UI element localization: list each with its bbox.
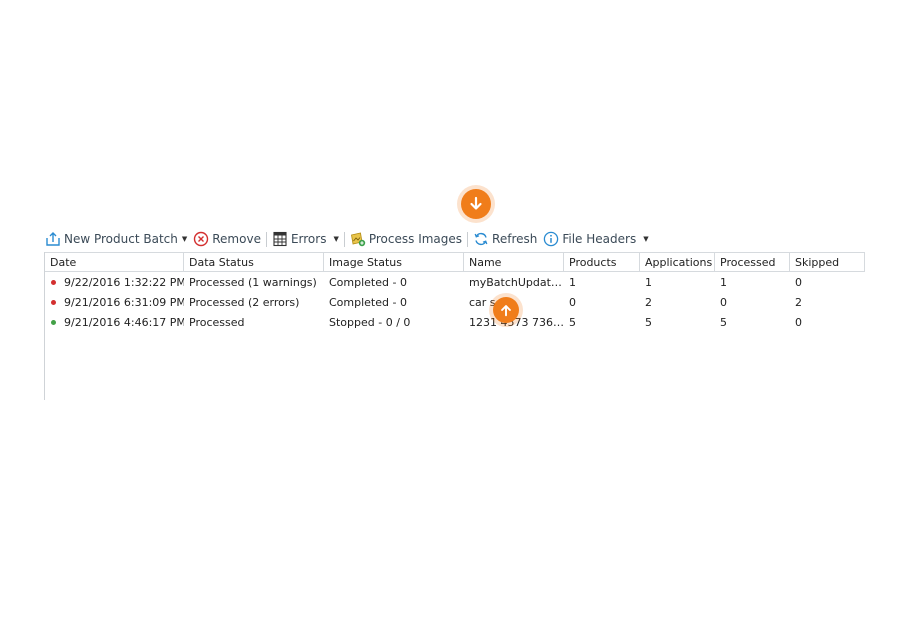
data-status-cell: Processed (1 warnings) (189, 275, 317, 289)
status-dot-icon (51, 319, 56, 325)
column-header-products[interactable]: Products (564, 252, 640, 272)
column-header-date[interactable]: Date (45, 252, 184, 272)
products-cell: 0 (569, 295, 576, 309)
file-headers-dropdown-caret-icon: ▼ (643, 235, 649, 243)
name-cell: myBatchUpdateF... (469, 275, 564, 289)
process-images-label: Process Images (368, 232, 463, 246)
products-cell: 5 (569, 315, 576, 329)
remove-button[interactable]: Remove (193, 231, 261, 247)
date-value: 9/22/2016 1:32:22 PM (64, 275, 184, 289)
date-cell: 9/21/2016 6:31:09 PM (45, 296, 184, 309)
new-batch-dropdown-caret-icon[interactable]: ▼ (182, 235, 187, 243)
data-status-cell: Processed (189, 315, 245, 329)
refresh-label: Refresh (492, 232, 538, 246)
new-product-batch-button[interactable]: New Product Batch (45, 231, 178, 247)
batch-grid: Date Data Status Image Status Name Produ… (44, 252, 865, 400)
column-header-image-status[interactable]: Image Status (324, 252, 464, 272)
arrow-down-icon (470, 196, 482, 210)
processed-cell: 0 (720, 295, 727, 309)
column-header-skipped[interactable]: Skipped (790, 252, 865, 272)
errors-dropdown-caret-icon: ▼ (333, 235, 339, 243)
image-status-cell: Stopped - 0 / 0 (329, 315, 411, 329)
date-value: 9/21/2016 4:46:17 PM (64, 315, 184, 329)
date-cell: 9/21/2016 4:46:17 PM (45, 316, 184, 329)
toolbar-separator (265, 231, 267, 247)
remove-icon (194, 231, 209, 247)
status-dot-icon (51, 299, 56, 305)
data-status-cell: Processed (2 errors) (189, 295, 300, 309)
image-status-cell: Completed - 0 (329, 295, 407, 309)
applications-cell: 2 (645, 295, 652, 309)
column-header-processed[interactable]: Processed (715, 252, 790, 272)
applications-cell: 5 (645, 315, 652, 329)
toolbar-separator (343, 231, 345, 247)
image-status-cell: Completed - 0 (329, 275, 407, 289)
arrow-up-icon (501, 305, 511, 317)
column-header-data-status[interactable]: Data Status (184, 252, 324, 272)
errors-label: Errors (290, 232, 327, 246)
table-row[interactable]: 9/21/2016 6:31:09 PM Processed (2 errors… (45, 292, 865, 312)
toolbar-separator (467, 231, 469, 247)
processed-cell: 1 (720, 275, 727, 289)
callout-arrow-down-marker (461, 189, 491, 219)
products-cell: 1 (569, 275, 576, 289)
process-images-button[interactable]: Process Images (350, 231, 462, 247)
errors-button[interactable]: Errors ▼ (272, 231, 339, 247)
date-value: 9/21/2016 6:31:09 PM (64, 295, 184, 309)
grid-header: Date Data Status Image Status Name Produ… (45, 252, 865, 272)
file-headers-button[interactable]: File Headers ▼ (543, 231, 649, 247)
remove-label: Remove (212, 232, 261, 246)
column-header-name[interactable]: Name (464, 252, 564, 272)
refresh-button[interactable]: Refresh (473, 231, 537, 247)
info-icon (544, 231, 559, 247)
table-row[interactable]: 9/22/2016 1:32:22 PM Processed (1 warnin… (45, 272, 865, 292)
refresh-icon (474, 232, 488, 246)
new-product-batch-label: New Product Batch (64, 232, 178, 246)
file-headers-label: File Headers (562, 232, 637, 246)
page: New Product Batch ▼ Remove Errors ▼ Proc… (0, 0, 900, 620)
process-images-icon (350, 232, 366, 247)
applications-cell: 1 (645, 275, 652, 289)
status-dot-icon (51, 279, 56, 285)
callout-arrow-up-marker (493, 297, 519, 323)
skipped-cell: 0 (795, 315, 802, 329)
skipped-cell: 2 (795, 295, 802, 309)
table-row[interactable]: 9/21/2016 4:46:17 PM Processed Stopped -… (45, 312, 865, 332)
column-header-applications[interactable]: Applications (640, 252, 715, 272)
toolbar: New Product Batch ▼ Remove Errors ▼ Proc… (45, 229, 649, 249)
date-cell: 9/22/2016 1:32:22 PM (45, 276, 184, 289)
upload-icon (46, 232, 60, 246)
skipped-cell: 0 (795, 275, 802, 289)
processed-cell: 5 (720, 315, 727, 329)
errors-grid-icon (273, 231, 287, 247)
